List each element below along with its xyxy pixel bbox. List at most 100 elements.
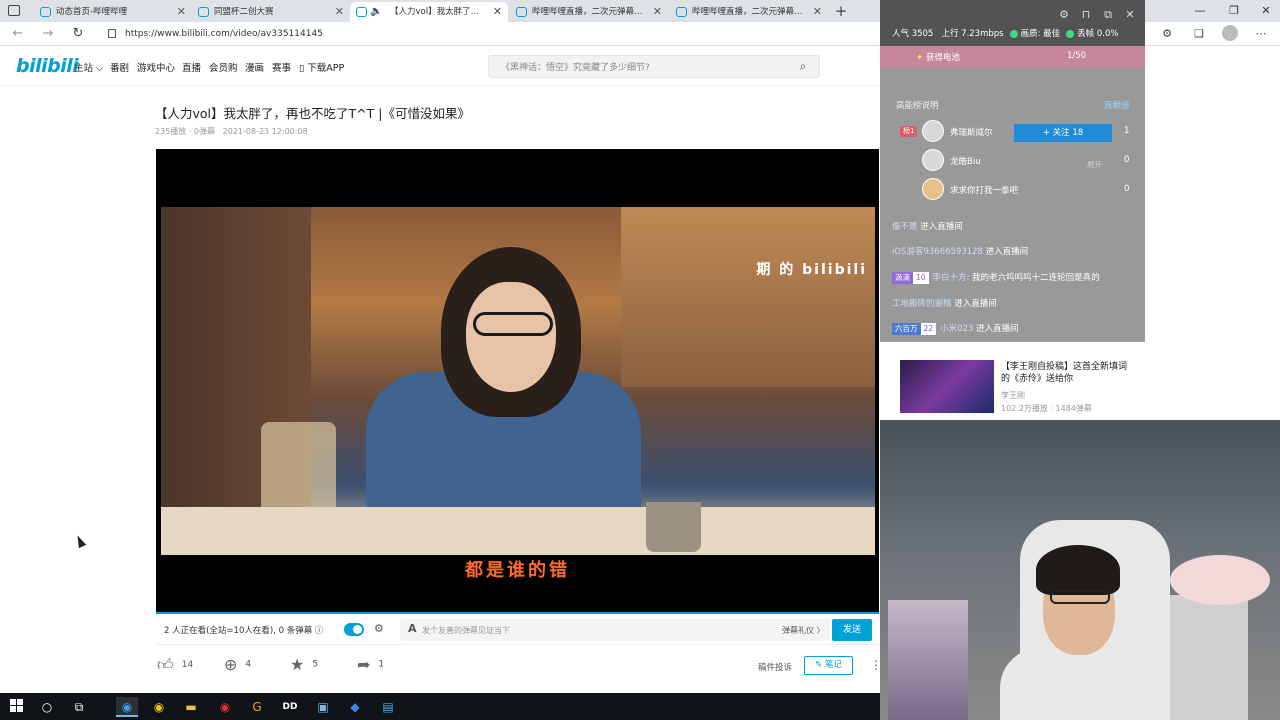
rank-row[interactable]: 龙皓Biu 0 bbox=[880, 146, 1145, 174]
share-icon: ➦ bbox=[357, 655, 371, 674]
new-tab-button[interactable]: + bbox=[834, 2, 848, 20]
maximize-icon[interactable]: ❐ bbox=[1222, 2, 1246, 20]
recommend-stats: 102.2万播放 · 1484弹幕 bbox=[1001, 404, 1092, 413]
tab-alliance-cup[interactable]: 同盟杯二创大赛 ✕ bbox=[192, 2, 350, 22]
bilibili-favicon-icon bbox=[516, 7, 527, 17]
collections-icon[interactable]: ❏ bbox=[1192, 27, 1206, 41]
rank-title[interactable]: 高能榜说明 bbox=[896, 99, 939, 111]
video-player[interactable]: 期 的 bilibili 都是谁的错 bbox=[156, 149, 879, 614]
app-icon[interactable]: ▣ bbox=[312, 697, 334, 717]
chrome-icon[interactable]: ◉ bbox=[148, 697, 170, 717]
thumbs-up-icon: 👍︎ bbox=[157, 655, 174, 674]
bilibili-watermark: 期 的 bilibili bbox=[756, 262, 867, 278]
danmaku-count: 0弹幕 bbox=[193, 127, 216, 136]
nav-mall[interactable]: 会员购 bbox=[209, 60, 238, 74]
settings-icon[interactable]: ⚙ bbox=[1057, 8, 1071, 22]
nav-game-center[interactable]: 游戏中心 bbox=[137, 60, 175, 74]
pig-plush bbox=[1170, 555, 1270, 605]
video-subtitle: 都是谁的错 bbox=[465, 560, 570, 581]
webcam-feed bbox=[880, 420, 1280, 720]
task-view-icon[interactable]: ⧉ bbox=[68, 697, 90, 717]
share-button[interactable]: ➦ 1 bbox=[357, 655, 384, 675]
tab-current-video[interactable]: 🔈 【人力vol】我太胖了，再也不吃了T^T ✕ bbox=[350, 2, 508, 22]
dd-app-icon[interactable]: DD bbox=[279, 697, 301, 717]
nav-esports[interactable]: 赛事 bbox=[272, 60, 291, 74]
back-icon[interactable]: ← bbox=[10, 26, 26, 42]
glasses bbox=[1050, 590, 1110, 604]
fan-medal: 六百万 bbox=[892, 322, 921, 335]
contribution-label: 贡献值 bbox=[1104, 101, 1130, 111]
danmaku-input[interactable]: 发个友善的弹幕见证当下 bbox=[422, 625, 510, 636]
tab-dynamic-home[interactable]: 动态首页-哔哩哔哩 ✕ bbox=[34, 2, 192, 22]
window-menu-icon[interactable] bbox=[8, 5, 20, 16]
video-meta: 235播放 · 0弹幕 2021-08-23 12:00:08 bbox=[155, 127, 308, 136]
coin-button[interactable]: ⊕ 4 bbox=[224, 655, 251, 675]
popout-icon[interactable]: ⧉ bbox=[1101, 8, 1115, 22]
poster bbox=[888, 600, 968, 720]
nav-manga[interactable]: 漫画 bbox=[245, 60, 264, 74]
glasses bbox=[473, 312, 553, 336]
window-close-icon[interactable]: ✕ bbox=[1254, 2, 1278, 20]
close-icon[interactable]: ✕ bbox=[1123, 8, 1137, 22]
close-icon[interactable]: ✕ bbox=[335, 2, 344, 22]
note-button[interactable]: ✎ 笔记 bbox=[804, 656, 853, 675]
minimize-icon[interactable]: — bbox=[1188, 2, 1212, 20]
extensions-icon[interactable]: ⚙ bbox=[1160, 27, 1174, 41]
tab-live-1[interactable]: 哔哩哔哩直播，二次元弹幕直播 ✕ bbox=[510, 2, 668, 22]
nav-live[interactable]: 直播 bbox=[182, 60, 201, 74]
send-danmaku-button[interactable]: 发送 bbox=[832, 619, 872, 641]
nav-main[interactable]: 主站 ⌵ bbox=[74, 60, 103, 74]
view-count: 235播放 bbox=[155, 127, 187, 136]
like-button[interactable]: 👍︎ 14 bbox=[157, 655, 193, 675]
lock-icon[interactable]: ⊓ bbox=[1079, 8, 1093, 22]
shelf bbox=[1168, 595, 1248, 720]
favorite-button[interactable]: ★ 5 bbox=[290, 655, 318, 675]
recommend-up-name[interactable]: 李王刚 bbox=[1001, 390, 1025, 401]
fan-medal: 滴滴 bbox=[892, 271, 913, 284]
pencil-icon: ✎ bbox=[815, 660, 823, 670]
close-icon[interactable]: ✕ bbox=[813, 2, 822, 22]
rank-row[interactable]: 求求你打我一拳吧 0 bbox=[880, 175, 1145, 203]
star-icon: ★ bbox=[290, 655, 305, 674]
netease-music-icon[interactable]: ◉ bbox=[214, 697, 236, 717]
search-icon[interactable]: ○ bbox=[36, 697, 58, 717]
follow-button[interactable]: + 关注 18 bbox=[1014, 124, 1112, 142]
forward-icon[interactable]: → bbox=[40, 26, 56, 42]
reload-icon[interactable]: ↻ bbox=[70, 26, 86, 42]
danmaku-style-icon[interactable]: A bbox=[408, 622, 417, 635]
report-link[interactable]: 稿件投诉 bbox=[758, 661, 792, 673]
tab-live-2[interactable]: 哔哩哔哩直播，二次元弹幕直播 ✕ bbox=[670, 2, 828, 22]
bilibili-logo[interactable]: bilibili bbox=[16, 55, 79, 77]
bilibili-favicon-icon bbox=[356, 7, 367, 17]
rank-badge: 榜1 bbox=[900, 126, 918, 137]
app-icon[interactable]: ◆ bbox=[344, 697, 366, 717]
recommend-thumbnail[interactable] bbox=[900, 360, 994, 413]
search-icon[interactable]: ⌕ bbox=[787, 56, 819, 77]
close-icon[interactable]: ✕ bbox=[493, 2, 502, 22]
recommend-title[interactable]: 【李王刚自投稿】这首全新填词的《赤伶》送给你 bbox=[1001, 361, 1131, 385]
taskbar: ○ ⧉ ◉ ◉ ▬ ◉ G DD ▣ ◆ ▤ bbox=[0, 693, 880, 720]
progress-bar[interactable] bbox=[156, 612, 879, 614]
edge-icon[interactable]: ◉ bbox=[116, 697, 138, 717]
nav-download-app[interactable]: ▯ 下载APP bbox=[299, 60, 344, 74]
streamer-hair bbox=[1036, 545, 1120, 595]
help-icon[interactable]: ⓘ bbox=[315, 626, 324, 636]
close-icon[interactable]: ✕ bbox=[653, 2, 662, 22]
nav-bangumi[interactable]: 番剧 bbox=[110, 60, 129, 74]
expand-link[interactable]: 展开 bbox=[1087, 159, 1102, 170]
search-input[interactable]: 《黑神话：悟空》究竟藏了多少细节? bbox=[501, 60, 650, 73]
folder-icon[interactable]: ▬ bbox=[180, 697, 202, 717]
bilibili-favicon-icon bbox=[676, 7, 687, 17]
url-field[interactable]: https://www.bilibili.com/video/av3351141… bbox=[125, 25, 905, 43]
app-icon[interactable]: ▤ bbox=[377, 697, 399, 717]
danmaku-etiquette-link[interactable]: 弹幕礼仪 〉 bbox=[782, 625, 825, 636]
danmaku-settings-icon[interactable]: ⚙ bbox=[374, 622, 384, 635]
speaker-icon[interactable]: 🔈 bbox=[370, 2, 382, 22]
g-app-icon[interactable]: G bbox=[246, 697, 268, 717]
danmaku-toggle[interactable] bbox=[344, 623, 364, 636]
windows-start-icon[interactable] bbox=[10, 699, 23, 712]
close-icon[interactable]: ✕ bbox=[177, 2, 186, 22]
profile-avatar[interactable] bbox=[1222, 25, 1238, 41]
live-overlay-panel: ⚙ ⊓ ⧉ ✕ 人气 3505 上行 7.23mbps 画质: 最佳 丢帧 0.0%… bbox=[880, 0, 1145, 342]
more-menu-icon[interactable]: ⋯ bbox=[1254, 27, 1268, 41]
